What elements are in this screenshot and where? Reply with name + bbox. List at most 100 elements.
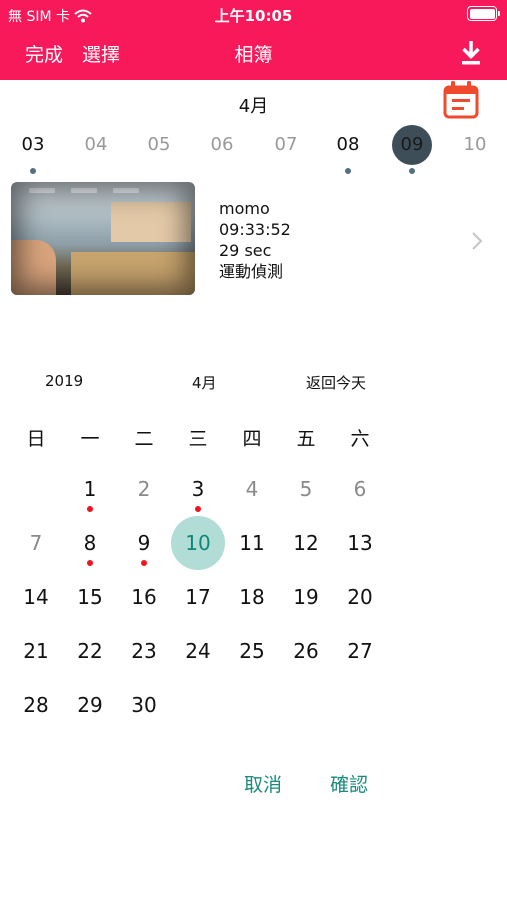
date-chip[interactable]: 07 bbox=[264, 125, 308, 177]
date-picker-header: 2019 4月 返回今天 bbox=[0, 372, 507, 394]
calendar-day-number: 10 bbox=[171, 516, 225, 570]
calendar-day[interactable]: 28 bbox=[9, 678, 63, 732]
calendar-day-number: 20 bbox=[347, 585, 373, 609]
calendar-day[interactable]: 19 bbox=[279, 570, 333, 624]
weekday-label: 五 bbox=[296, 428, 316, 450]
calendar-day-number: 29 bbox=[77, 693, 103, 717]
calendar-day[interactable]: 16 bbox=[117, 570, 171, 624]
calendar-day[interactable]: 26 bbox=[279, 624, 333, 678]
calendar-icon[interactable] bbox=[442, 80, 480, 120]
calendar-day[interactable]: 14 bbox=[9, 570, 63, 624]
picker-year[interactable]: 2019 bbox=[45, 372, 83, 390]
calendar-day[interactable]: 11 bbox=[225, 516, 279, 570]
clip-duration: 29 sec bbox=[219, 241, 272, 260]
download-icon[interactable] bbox=[459, 40, 483, 66]
calendar-day-number: 27 bbox=[347, 639, 373, 663]
calendar-day[interactable]: 29 bbox=[63, 678, 117, 732]
calendar-day-number: 11 bbox=[239, 531, 265, 555]
calendar-day-number: 26 bbox=[293, 639, 319, 663]
calendar-day-number: 16 bbox=[131, 585, 157, 609]
recording-dot bbox=[141, 560, 147, 566]
recording-dot bbox=[195, 506, 201, 512]
select-button[interactable]: 選擇 bbox=[82, 40, 120, 67]
date-chip-label: 08 bbox=[336, 134, 360, 155]
calendar-day[interactable]: 27 bbox=[333, 624, 387, 678]
calendar-day-number: 15 bbox=[77, 585, 103, 609]
clip-list-item[interactable]: momo 09:33:52 29 sec 運動偵測 bbox=[0, 178, 507, 298]
calendar-day-number: 6 bbox=[353, 477, 367, 501]
calendar-day[interactable]: 12 bbox=[279, 516, 333, 570]
date-chip[interactable]: 03 bbox=[11, 125, 55, 177]
date-chip[interactable]: 05 bbox=[137, 125, 181, 177]
date-chip[interactable]: 10 bbox=[453, 125, 497, 177]
calendar-day-number: 4 bbox=[245, 477, 259, 501]
battery-icon bbox=[467, 6, 500, 21]
calendar-day-number: 30 bbox=[131, 693, 157, 717]
calendar-day[interactable]: 24 bbox=[171, 624, 225, 678]
calendar-day[interactable]: 3 bbox=[171, 462, 225, 516]
date-chip[interactable]: 04 bbox=[74, 125, 118, 177]
back-to-today-button[interactable]: 返回今天 bbox=[306, 372, 366, 393]
calendar-day[interactable]: 7 bbox=[9, 516, 63, 570]
weekday-label: 二 bbox=[134, 428, 154, 450]
calendar-day[interactable]: 22 bbox=[63, 624, 117, 678]
clip-indicator-dot bbox=[345, 168, 351, 174]
weekday-label: 三 bbox=[188, 428, 208, 450]
calendar-day-number: 19 bbox=[293, 585, 319, 609]
calendar-day-number: 23 bbox=[131, 639, 157, 663]
page-title: 相簿 bbox=[234, 44, 273, 66]
weekday-label: 四 bbox=[242, 428, 262, 450]
calendar-day-number: 7 bbox=[29, 531, 43, 555]
calendar-day[interactable]: 30 bbox=[117, 678, 171, 732]
chevron-right-icon bbox=[472, 232, 483, 250]
calendar-day[interactable]: 18 bbox=[225, 570, 279, 624]
calendar-day[interactable]: 2 bbox=[117, 462, 171, 516]
clip-details: momo 09:33:52 29 sec 運動偵測 bbox=[219, 198, 291, 282]
clip-time: 09:33:52 bbox=[219, 220, 291, 239]
calendar-day[interactable]: 13 bbox=[333, 516, 387, 570]
calendar-day[interactable]: 15 bbox=[63, 570, 117, 624]
calendar-day[interactable]: 5 bbox=[279, 462, 333, 516]
clip-camera-name: momo bbox=[219, 199, 270, 218]
date-chip[interactable]: 09 bbox=[390, 125, 434, 177]
calendar-day[interactable]: 17 bbox=[171, 570, 225, 624]
calendar-day-number: 13 bbox=[347, 531, 373, 555]
calendar-day[interactable]: 21 bbox=[9, 624, 63, 678]
date-chip[interactable]: 06 bbox=[200, 125, 244, 177]
date-chip-label: 04 bbox=[84, 134, 108, 155]
calendar-day-number: 18 bbox=[239, 585, 265, 609]
weekday-label: 六 bbox=[350, 428, 370, 450]
clip-indicator-dot bbox=[30, 168, 36, 174]
calendar-day-number: 21 bbox=[23, 639, 49, 663]
done-button[interactable]: 完成 bbox=[25, 40, 63, 67]
calendar-day-selected[interactable]: 10 bbox=[171, 516, 225, 570]
calendar-day-number: 24 bbox=[185, 639, 211, 663]
confirm-button[interactable]: 確認 bbox=[330, 770, 368, 797]
clip-indicator-dot bbox=[409, 168, 415, 174]
clip-event-type: 運動偵測 bbox=[219, 262, 284, 281]
date-chip[interactable]: 08 bbox=[326, 125, 370, 177]
calendar-day-number: 12 bbox=[293, 531, 319, 555]
date-chip-label: 03 bbox=[21, 134, 45, 155]
date-chip-label: 06 bbox=[210, 134, 234, 155]
nav-bar: 完成 選擇 相簿 bbox=[0, 28, 507, 80]
calendar-day[interactable]: 8 bbox=[63, 516, 117, 570]
calendar-day-number: 28 bbox=[23, 693, 49, 717]
calendar-day[interactable]: 1 bbox=[63, 462, 117, 516]
date-chip-label: 10 bbox=[463, 134, 487, 155]
date-chip-label: 07 bbox=[274, 134, 298, 155]
month-title: 4月 bbox=[238, 96, 269, 117]
calendar-day[interactable]: 4 bbox=[225, 462, 279, 516]
calendar-day[interactable]: 25 bbox=[225, 624, 279, 678]
calendar-grid: 1 2 3 4 5 6 7 8 9 10 11 12 13 14 15 16 17 18 19 20 21 22 23 24 2… bbox=[9, 462, 387, 732]
date-chip-label: 05 bbox=[147, 134, 171, 155]
status-bar: 無 SIM 卡 上午10:05 bbox=[0, 0, 507, 28]
calendar-day[interactable]: 23 bbox=[117, 624, 171, 678]
cancel-button[interactable]: 取消 bbox=[244, 770, 282, 797]
calendar-day[interactable]: 9 bbox=[117, 516, 171, 570]
calendar-day[interactable]: 20 bbox=[333, 570, 387, 624]
clip-thumbnail bbox=[11, 182, 195, 295]
picker-month[interactable]: 4月 bbox=[192, 372, 217, 393]
calendar-day[interactable]: 6 bbox=[333, 462, 387, 516]
weekday-header: 日 一 二 三 四 五 六 bbox=[9, 424, 387, 450]
